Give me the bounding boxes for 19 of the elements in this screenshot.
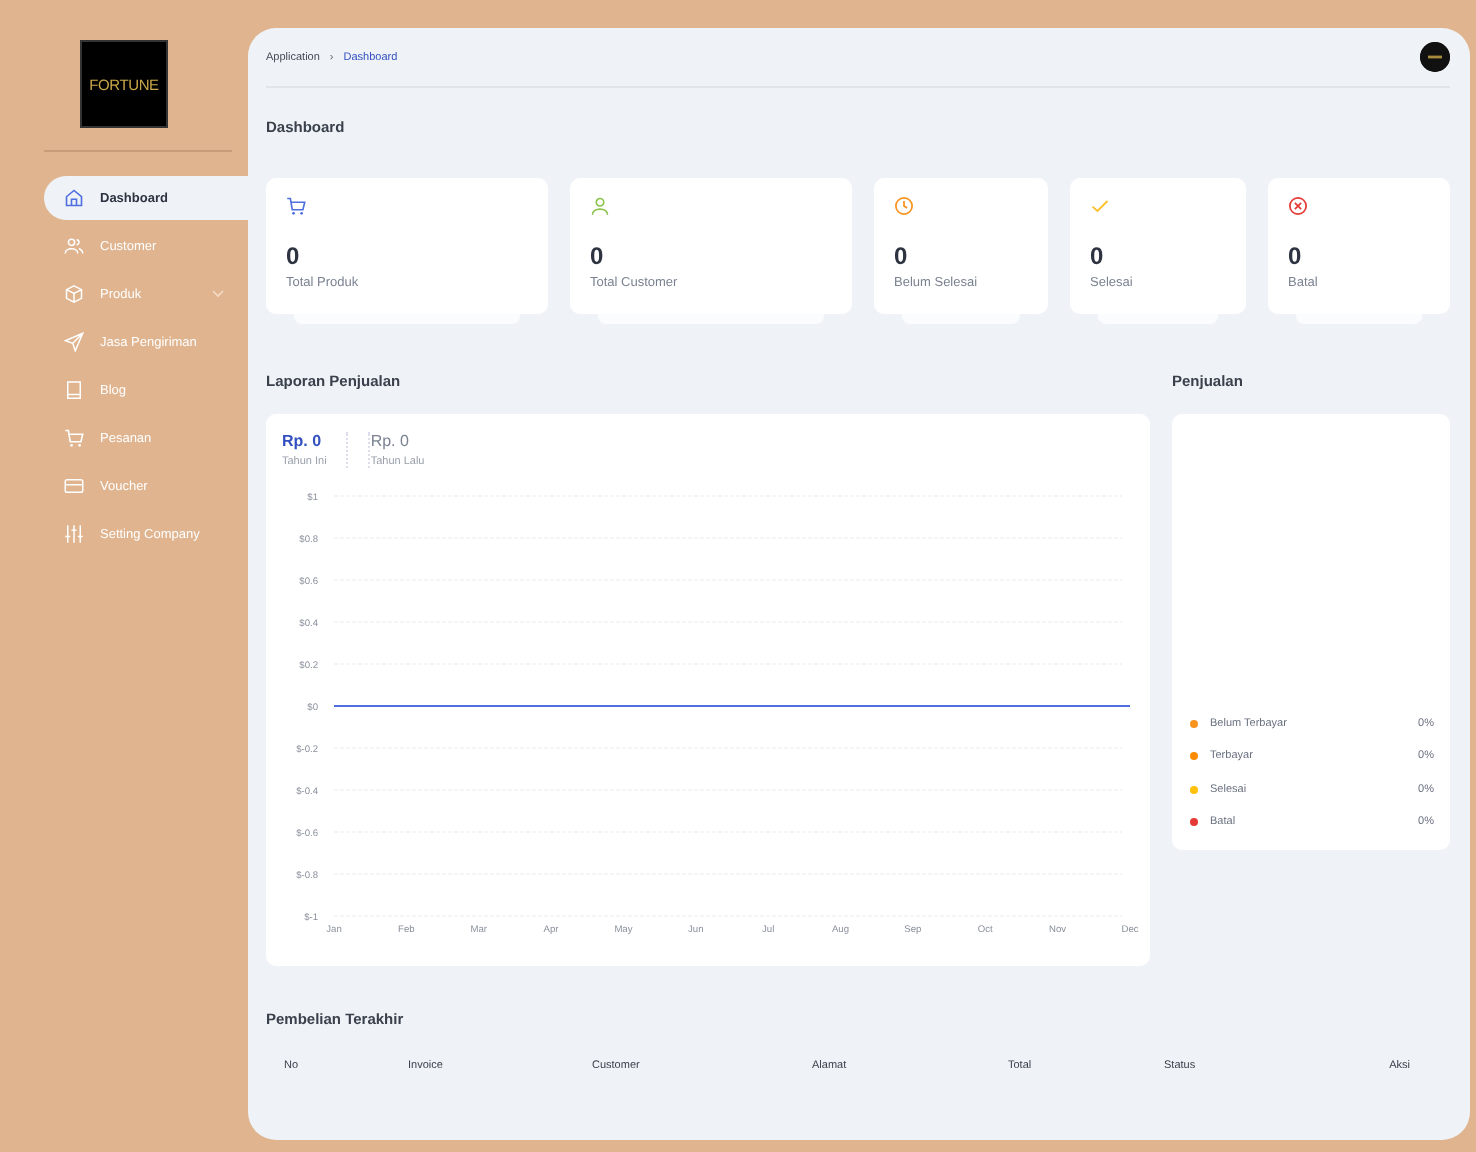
cart-icon xyxy=(64,428,84,448)
check-icon xyxy=(1090,196,1110,216)
cart-icon xyxy=(286,196,306,216)
stat-value: 0 xyxy=(590,242,606,270)
avatar-icon[interactable] xyxy=(1420,42,1450,72)
users-icon xyxy=(64,236,84,256)
card-icon xyxy=(64,476,84,496)
stat-value: 0 xyxy=(286,242,302,270)
paper-plane-icon xyxy=(64,332,84,352)
user-icon xyxy=(590,196,610,216)
box-icon xyxy=(64,284,84,304)
stat-value: 0 xyxy=(894,242,910,270)
close-circle-icon xyxy=(1288,196,1308,216)
book-icon xyxy=(64,380,84,400)
clock-icon xyxy=(894,196,914,216)
stat-value: 0 xyxy=(1288,242,1304,270)
home-icon xyxy=(64,188,84,208)
stat-value: 0 xyxy=(1090,242,1106,270)
sliders-icon xyxy=(64,524,84,544)
